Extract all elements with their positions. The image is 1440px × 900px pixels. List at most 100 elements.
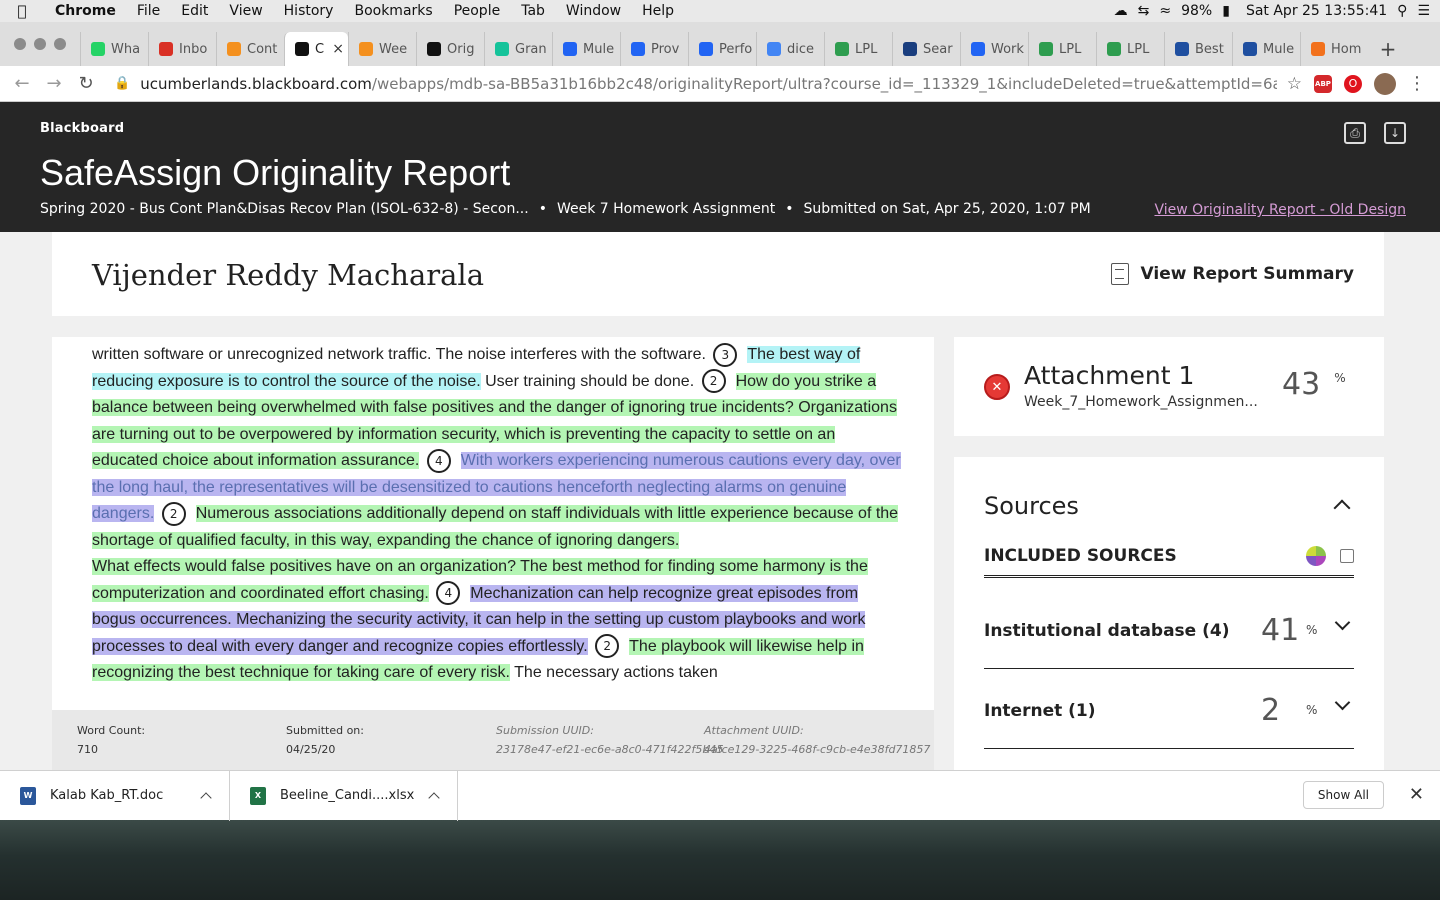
tab-strip: Wha Inbo Cont C × Wee Orig Gran Mule Prov Perfo dic… xyxy=(0,22,1440,66)
browser-tab[interactable]: LPL xyxy=(1028,32,1096,66)
menu-history[interactable]: History xyxy=(273,3,344,19)
tab-title: Work xyxy=(991,41,1024,57)
battery-percent[interactable]: 98% xyxy=(1181,3,1212,19)
spotlight-search-icon[interactable]: ⚲ xyxy=(1397,3,1407,19)
menu-tab[interactable]: Tab xyxy=(510,3,555,19)
browser-tab[interactable]: Sear xyxy=(892,32,960,66)
print-icon[interactable]: ⎙ xyxy=(1344,122,1366,144)
chevron-down-icon[interactable] xyxy=(1334,694,1351,711)
lpl-icon xyxy=(835,42,849,56)
chevron-up-icon[interactable] xyxy=(200,791,212,804)
minimize-window-button[interactable] xyxy=(34,38,46,50)
browser-tab[interactable]: Cont xyxy=(216,32,284,66)
expand-sources-icon[interactable] xyxy=(1340,549,1354,563)
browser-tab[interactable]: Orig xyxy=(416,32,484,66)
menu-help[interactable]: Help xyxy=(631,3,684,19)
menu-bookmarks[interactable]: Bookmarks xyxy=(343,3,442,19)
close-downloads-icon[interactable]: ✕ xyxy=(1409,784,1424,805)
browser-tab[interactable]: Prov xyxy=(620,32,688,66)
browser-tab[interactable]: LPL xyxy=(824,32,892,66)
paper-text-panel[interactable]: written software or unrecognized network… xyxy=(52,337,934,710)
download-icon[interactable]: ↓ xyxy=(1384,122,1406,144)
highlighted-match[interactable]: Numerous associations additionally depen… xyxy=(92,505,899,549)
browser-tab[interactable]: Wha xyxy=(80,32,148,66)
submission-info-bar: Word Count: 710 Submitted on: 04/25/20 S… xyxy=(52,710,934,770)
assignment-name: Week 7 Homework Assignment xyxy=(556,201,776,217)
opera-extension-icon[interactable]: O xyxy=(1344,74,1362,93)
tab-title: LPL xyxy=(855,41,878,57)
profile-avatar[interactable] xyxy=(1374,72,1396,95)
view-report-summary-button[interactable]: View Report Summary xyxy=(1110,263,1354,285)
cloud-icon[interactable]: ☁ xyxy=(1114,3,1128,19)
browser-tab[interactable]: Hom xyxy=(1300,32,1368,66)
match-badge[interactable]: 2 xyxy=(595,634,620,659)
browser-tab[interactable]: Mule xyxy=(1232,32,1300,66)
chevron-down-icon[interactable] xyxy=(1334,614,1351,631)
tab-title: C xyxy=(315,41,325,57)
menu-people[interactable]: People xyxy=(443,3,511,19)
browser-tab[interactable]: Perfo xyxy=(688,32,756,66)
adblock-plus-icon[interactable]: ABP xyxy=(1314,74,1332,93)
match-badge[interactable]: 4 xyxy=(436,581,461,606)
old-design-link[interactable]: View Originality Report - Old Design xyxy=(1154,202,1406,218)
wifi-icon[interactable]: ≈ xyxy=(1159,3,1171,19)
attachment-card[interactable]: ✕ Attachment 1 Week_7_Homework_Assignmen… xyxy=(954,337,1384,436)
submission-uuid-value[interactable]: 23178e47-ef21-ec6e-a8c0-471f422f5b45 xyxy=(496,743,723,756)
match-badge[interactable]: 4 xyxy=(426,448,451,473)
browser-tab[interactable]: Wee xyxy=(348,32,416,66)
menu-window[interactable]: Window xyxy=(555,3,631,19)
collapse-sources-icon[interactable] xyxy=(1333,499,1351,517)
back-button[interactable]: ← xyxy=(6,73,38,94)
bookmark-star-icon[interactable]: ☆ xyxy=(1287,74,1302,94)
match-badge[interactable]: 2 xyxy=(161,501,186,526)
browser-tab[interactable]: Work xyxy=(960,32,1028,66)
match-badge[interactable]: 3 xyxy=(713,342,738,367)
attachment-uuid-label: Attachment UUID: xyxy=(704,724,804,737)
close-window-button[interactable] xyxy=(14,38,26,50)
menu-file[interactable]: File xyxy=(126,3,170,19)
browser-tab[interactable]: Best xyxy=(1164,32,1232,66)
download-item[interactable]: W Kalab Kab_RT.doc xyxy=(0,770,230,821)
forward-button[interactable]: → xyxy=(38,73,70,94)
sources-panel: Sources INCLUDED SOURCES Institutional d… xyxy=(954,457,1384,770)
browser-tab[interactable]: Mule xyxy=(552,32,620,66)
report-content: Vijender Reddy Macharala View Report Sum… xyxy=(0,232,1440,770)
browser-tab[interactable]: dice xyxy=(756,32,824,66)
excel-icon: X xyxy=(250,786,266,805)
teamviewer-icon[interactable]: ⇆ xyxy=(1138,3,1150,19)
source-row-institutional[interactable]: Institutional database (4) 41 % xyxy=(984,599,1354,669)
download-item[interactable]: X Beeline_Candi....xlsx xyxy=(230,770,458,821)
url-field[interactable]: 🔒 ucumberlands.blackboard.com/webapps/md… xyxy=(110,70,1277,98)
chart-icon xyxy=(903,42,917,56)
battery-icon[interactable]: ▮ xyxy=(1222,3,1230,19)
browser-tab[interactable]: Inbo xyxy=(148,32,216,66)
reload-button[interactable]: ↻ xyxy=(70,73,102,94)
apple-icon[interactable]:  xyxy=(0,2,44,20)
match-badge[interactable]: 2 xyxy=(701,369,726,394)
browser-tab[interactable]: C × xyxy=(284,32,348,66)
page-title: SafeAssign Originality Report xyxy=(40,152,511,193)
chrome-menu-icon[interactable]: ⋮ xyxy=(1408,73,1426,94)
close-tab-icon[interactable]: × xyxy=(332,41,344,57)
show-all-downloads-button[interactable]: Show All xyxy=(1302,781,1384,809)
new-tab-button[interactable]: + xyxy=(1368,32,1408,66)
separator-dot: • xyxy=(785,201,794,217)
source-row-internet[interactable]: Internet (1) 2 % xyxy=(984,679,1354,749)
browser-tab[interactable]: Gran xyxy=(484,32,552,66)
attachment-uuid-value[interactable]: 4afce129-3225-468f-c9cb-e4e38fd71857 xyxy=(704,743,930,756)
lock-icon[interactable]: 🔒 xyxy=(114,76,130,91)
notification-center-icon[interactable]: ☰ xyxy=(1417,3,1430,19)
included-sources-header: INCLUDED SOURCES xyxy=(984,546,1354,578)
menu-app-name[interactable]: Chrome xyxy=(44,3,126,19)
chevron-up-icon[interactable] xyxy=(428,791,440,804)
included-sources-actions xyxy=(1306,546,1354,566)
menu-edit[interactable]: Edit xyxy=(170,3,218,19)
menu-view[interactable]: View xyxy=(218,3,272,19)
zoom-window-button[interactable] xyxy=(54,38,66,50)
source-colors-icon[interactable] xyxy=(1306,546,1326,566)
browser-tab[interactable]: LPL xyxy=(1096,32,1164,66)
report-header: Blackboard SafeAssign Originality Report… xyxy=(0,102,1440,232)
tab-title: Prov xyxy=(651,41,680,57)
submission-uuid-col: Submission UUID: 23178e47-ef21-ec6e-a8c0… xyxy=(496,724,723,756)
clock[interactable]: Sat Apr 25 13:55:41 xyxy=(1246,3,1387,19)
